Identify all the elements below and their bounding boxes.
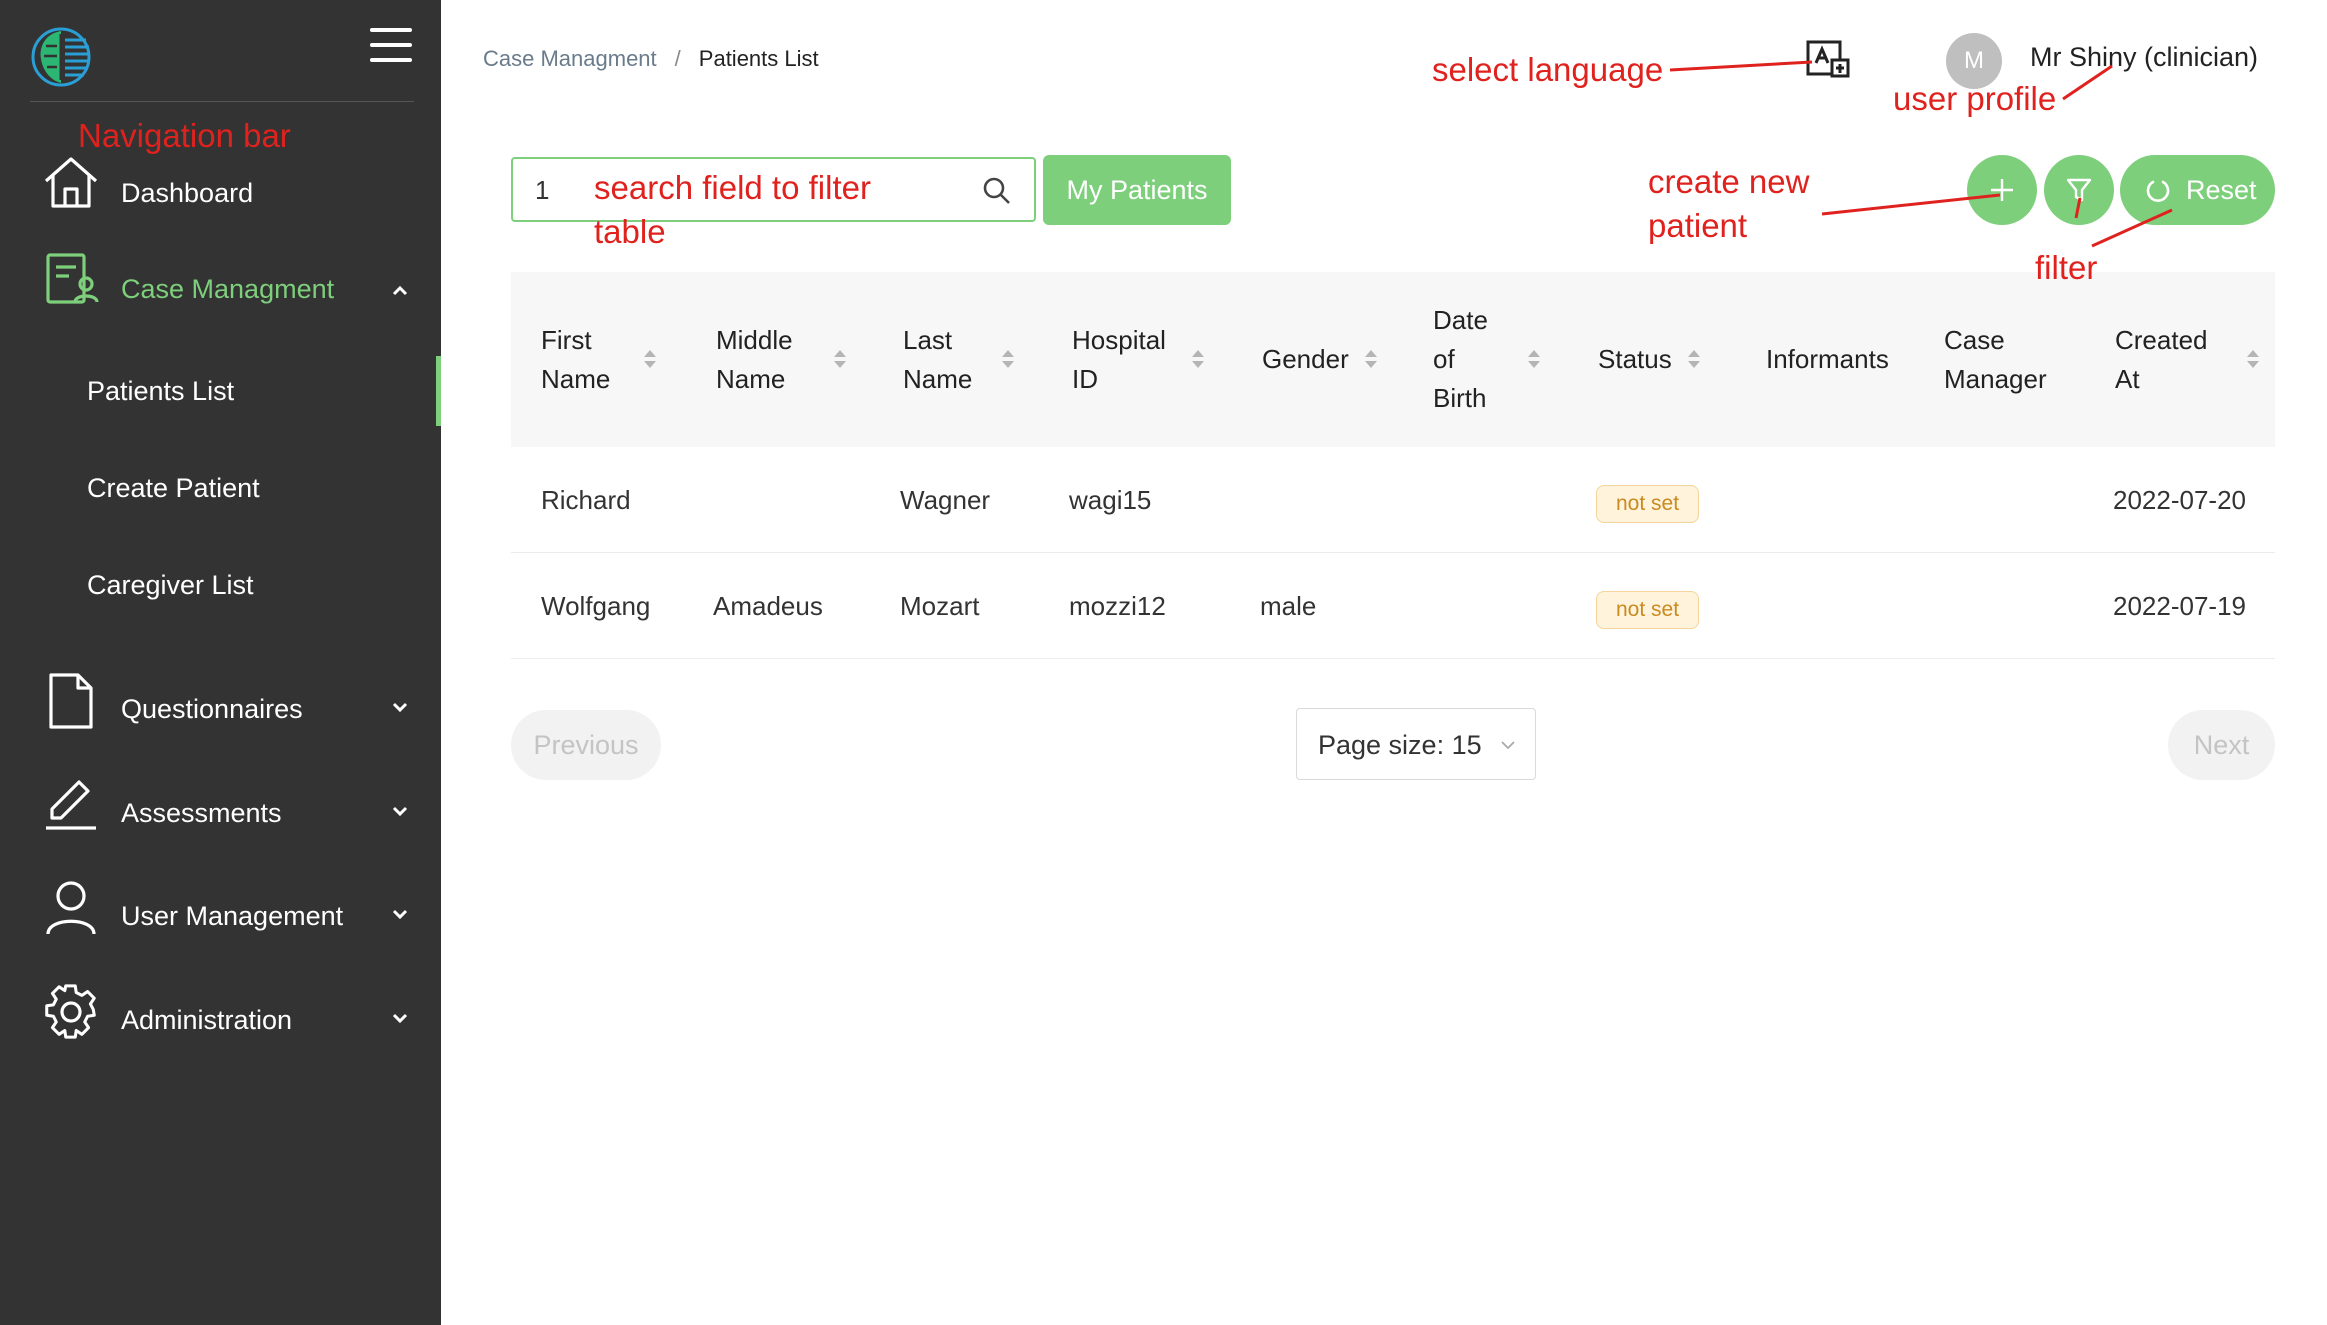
annotation-search-field-2: table	[594, 213, 666, 250]
sort-icon[interactable]	[1364, 348, 1378, 370]
sidebar-item-label: Case Managment	[121, 274, 335, 304]
previous-page-button[interactable]: Previous	[511, 710, 661, 780]
page-size-select[interactable]: Page size: 15	[1296, 708, 1536, 780]
user-profile-name[interactable]: Mr Shiny (clinician)	[2030, 42, 2258, 73]
sort-icon[interactable]	[2246, 348, 2260, 370]
column-header-hospital-id[interactable]: Hospital ID	[1072, 272, 1182, 447]
sidebar-item-create-patient[interactable]: Create Patient	[0, 453, 441, 523]
page-size-value: Page size: 15	[1318, 730, 1482, 760]
sidebar-item-patients-list[interactable]: Patients List	[0, 356, 441, 426]
create-patient-button[interactable]	[1967, 155, 2037, 225]
filter-button[interactable]	[2044, 155, 2114, 225]
sidebar-item-caregiver-list[interactable]: Caregiver List	[0, 550, 441, 620]
sort-icon[interactable]	[1001, 348, 1015, 370]
cell-hospital-id: mozzi12	[1069, 591, 1166, 621]
language-select-icon[interactable]	[1804, 38, 1852, 86]
sort-icon[interactable]	[833, 348, 847, 370]
sidebar-subitem-label: Caregiver List	[87, 570, 254, 600]
cell-created-at: 2022-07-20	[2113, 485, 2246, 515]
app-logo-icon	[31, 27, 91, 87]
sidebar-item-label: Questionnaires	[121, 694, 303, 724]
column-header-first-name[interactable]: First Name	[541, 272, 631, 447]
status-badge: not set	[1596, 485, 1700, 523]
reset-icon	[2146, 180, 2170, 202]
sidebar-subitem-label: Create Patient	[87, 473, 260, 503]
chevron-up-icon	[392, 285, 408, 296]
column-header-informants: Informants	[1766, 344, 1889, 374]
my-patients-button[interactable]: My Patients	[1043, 155, 1231, 225]
menu-toggle-button[interactable]	[370, 28, 412, 66]
sidebar-divider	[30, 101, 414, 102]
breadcrumb-parent-link[interactable]: Case Managment	[483, 46, 657, 71]
filter-icon	[2066, 178, 2092, 202]
annotation-create-new-2: patient	[1648, 207, 1748, 244]
pen-icon	[46, 780, 96, 830]
table-header: First Name Middle Name Last Name Hospita…	[511, 272, 2275, 447]
chevron-down-icon	[392, 702, 408, 713]
cell-last-name: Mozart	[900, 591, 980, 621]
cell-middle-name: Amadeus	[713, 591, 823, 621]
chevron-down-icon	[392, 909, 408, 920]
sidebar-item-questionnaires[interactable]: Questionnaires	[0, 672, 441, 752]
breadcrumb-separator: /	[674, 46, 681, 71]
user-icon	[46, 881, 96, 935]
breadcrumb-current: Patients List	[698, 46, 819, 71]
cell-first-name: Richard	[541, 485, 631, 515]
column-header-gender[interactable]: Gender	[1262, 272, 1372, 447]
sidebar-item-label: Assessments	[121, 798, 282, 828]
annotation-navigation-bar: Navigation bar	[78, 117, 291, 154]
home-icon	[44, 157, 98, 208]
search-icon[interactable]	[982, 176, 1012, 206]
cell-last-name: Wagner	[900, 485, 991, 515]
annotation-user-profile: user profile	[1893, 80, 2057, 117]
cell-created-at: 2022-07-19	[2113, 591, 2246, 621]
sort-icon[interactable]	[1687, 348, 1701, 370]
sidebar-item-label: Administration	[121, 1005, 293, 1035]
table-row[interactable]: Wolfgang Amadeus Mozart mozzi12 male not…	[511, 553, 2275, 659]
column-header-middle-name[interactable]: Middle Name	[716, 272, 816, 447]
column-header-date-of-birth[interactable]: Date of Birth	[1433, 272, 1503, 447]
chevron-down-icon	[1501, 741, 1515, 750]
sidebar-navigation: Dashboard Case Managment Patients List C…	[0, 0, 441, 1325]
sort-icon[interactable]	[643, 348, 657, 370]
annotation-filter: filter	[2035, 249, 2098, 286]
plus-icon	[1991, 179, 2013, 201]
sidebar-item-dashboard[interactable]: Dashboard	[0, 154, 441, 234]
next-page-button[interactable]: Next	[2168, 710, 2275, 780]
sidebar-subitem-label: Patients List	[87, 376, 235, 406]
sort-icon[interactable]	[1191, 348, 1205, 370]
document-icon	[49, 673, 93, 729]
gear-icon	[45, 984, 96, 1039]
cell-gender: male	[1260, 591, 1317, 621]
table-row[interactable]: Richard Wagner wagi15 not set 2022-07-20	[511, 447, 2275, 553]
annotation-select-language: select language	[1432, 51, 1664, 88]
sidebar-item-case-management[interactable]: Case Managment	[0, 250, 441, 330]
breadcrumb: Case Managment / Patients List	[483, 46, 819, 72]
sidebar-item-label: Dashboard	[121, 178, 254, 208]
cell-hospital-id: wagi15	[1069, 485, 1152, 515]
sort-icon[interactable]	[1527, 348, 1541, 370]
annotation-create-new: create new	[1648, 163, 1810, 200]
column-header-last-name[interactable]: Last Name	[903, 272, 993, 447]
sidebar-item-assessments[interactable]: Assessments	[0, 776, 441, 856]
reset-label: Reset	[2186, 175, 2257, 205]
cell-first-name: Wolfgang	[541, 591, 651, 621]
chevron-down-icon	[392, 1013, 408, 1024]
column-header-created-at[interactable]: Created At	[2115, 272, 2215, 447]
sidebar-item-administration[interactable]: Administration	[0, 983, 441, 1063]
sidebar-item-label: User Management	[121, 901, 344, 931]
status-badge: not set	[1596, 591, 1700, 629]
chevron-down-icon	[392, 806, 408, 817]
column-header-case-manager: Case Manager	[1944, 324, 2047, 394]
sidebar-item-user-management[interactable]: User Management	[0, 879, 441, 959]
reset-button[interactable]: Reset	[2120, 155, 2275, 225]
annotation-search-field: search field to filter	[594, 169, 871, 206]
case-management-icon	[46, 253, 99, 304]
